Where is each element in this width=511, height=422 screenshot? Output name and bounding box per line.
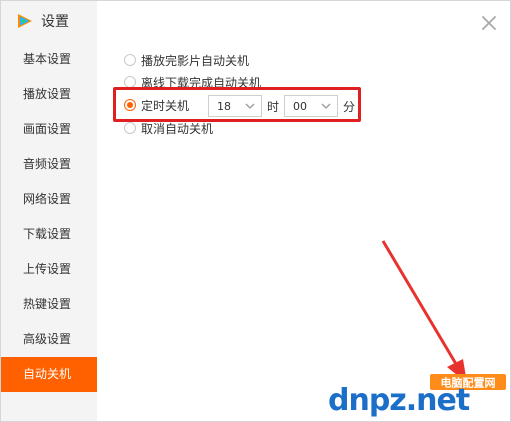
sidebar-item-picture[interactable]: 画面设置 bbox=[1, 112, 97, 147]
hour-unit-label: 时 bbox=[267, 100, 280, 114]
close-icon[interactable] bbox=[480, 14, 498, 32]
option-cancel-label: 取消自动关机 bbox=[141, 121, 214, 136]
option-after-playback[interactable]: 播放完影片自动关机 bbox=[124, 51, 249, 69]
hour-value: 18 bbox=[217, 99, 231, 113]
hour-select[interactable]: 18 bbox=[208, 95, 262, 117]
window-title: 设置 bbox=[41, 14, 69, 30]
window-header: 设置 bbox=[15, 10, 69, 32]
chevron-down-icon bbox=[321, 103, 331, 109]
minute-select[interactable]: 00 bbox=[284, 95, 338, 117]
sidebar-item-basic[interactable]: 基本设置 bbox=[1, 42, 97, 77]
sidebar-item-playback[interactable]: 播放设置 bbox=[1, 77, 97, 112]
option-after-playback-label: 播放完影片自动关机 bbox=[141, 53, 250, 68]
sidebar-item-network[interactable]: 网络设置 bbox=[1, 182, 97, 217]
sidebar-item-hotkeys[interactable]: 热键设置 bbox=[1, 287, 97, 322]
option-timed-label: 定时关机 bbox=[141, 98, 190, 113]
chevron-down-icon bbox=[245, 103, 255, 109]
minute-value: 00 bbox=[293, 99, 307, 113]
site-watermark-logo: 电脑配置网 dnpz.net bbox=[328, 374, 506, 418]
radio-cancel[interactable] bbox=[124, 122, 136, 134]
sidebar-item-upload[interactable]: 上传设置 bbox=[1, 252, 97, 287]
radio-after-playback[interactable] bbox=[124, 54, 136, 66]
settings-window: 设置 基本设置 播放设置 画面设置 音频设置 网络设置 下载设置 上传设置 热键… bbox=[0, 0, 511, 422]
option-timed[interactable]: 定时关机 bbox=[124, 96, 189, 114]
sidebar-item-auto-shutdown[interactable]: 自动关机 bbox=[1, 357, 97, 392]
sidebar-item-advanced[interactable]: 高级设置 bbox=[1, 322, 97, 357]
sidebar: 设置 基本设置 播放设置 画面设置 音频设置 网络设置 下载设置 上传设置 热键… bbox=[1, 1, 97, 421]
watermark-logo-text: dnpz.net bbox=[328, 383, 470, 418]
tencent-video-logo-icon bbox=[18, 14, 32, 28]
sidebar-item-audio[interactable]: 音频设置 bbox=[1, 147, 97, 182]
sidebar-item-download[interactable]: 下载设置 bbox=[1, 217, 97, 252]
radio-timed[interactable] bbox=[124, 99, 136, 111]
sidebar-nav: 基本设置 播放设置 画面设置 音频设置 网络设置 下载设置 上传设置 热键设置 … bbox=[1, 42, 97, 392]
minute-unit-label: 分 bbox=[343, 100, 356, 114]
